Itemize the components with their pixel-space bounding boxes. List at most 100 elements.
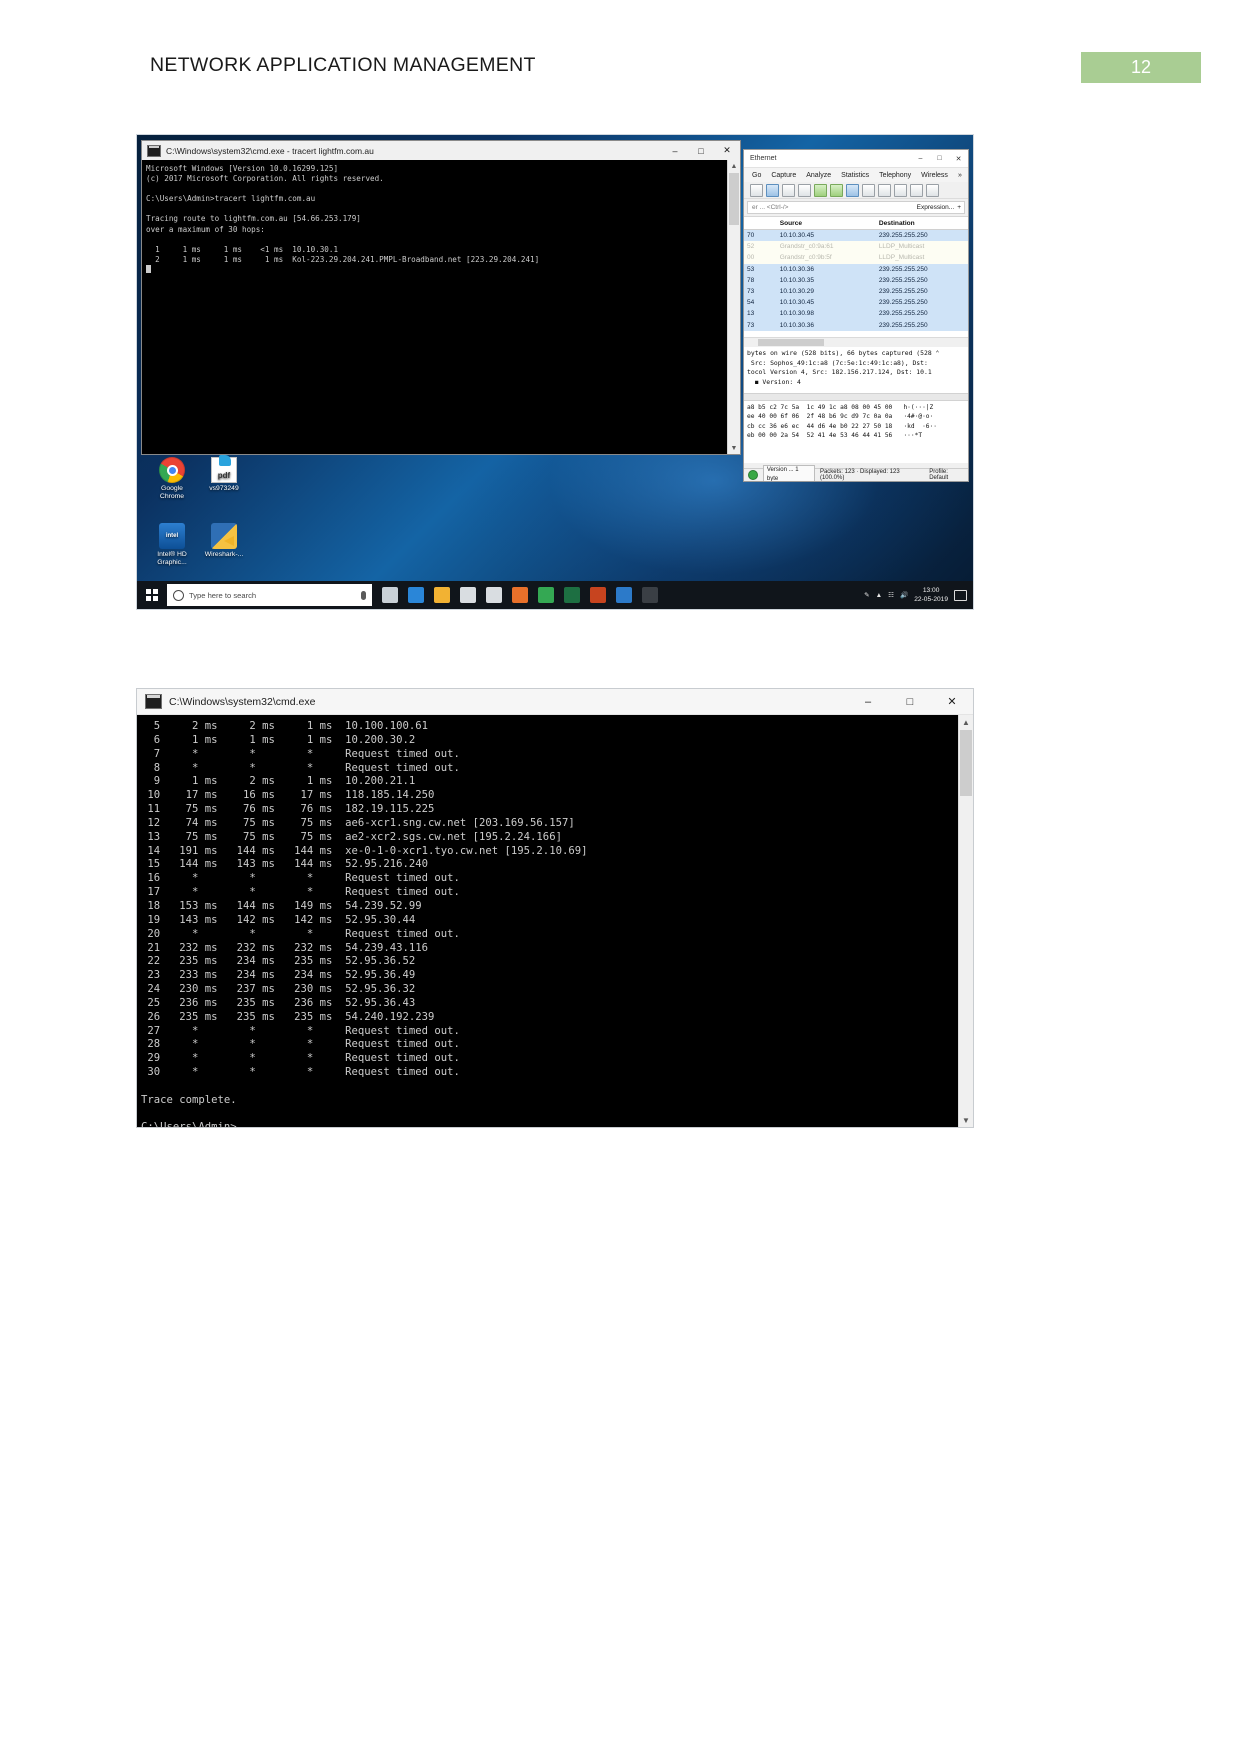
packet-list-hscroll-thumb[interactable]: [758, 339, 824, 346]
scroll-down-arrow[interactable]: ▼: [728, 442, 740, 454]
wireshark-menu-wireless[interactable]: Wireless: [921, 172, 948, 179]
autoscroll-icon[interactable]: [862, 183, 875, 197]
taskbar-store-icon[interactable]: [456, 583, 480, 607]
cmd2-minimize-button[interactable]: –: [847, 689, 889, 714]
cmd2-output-line: 9 1 ms 2 ms 1 ms 10.200.21.1: [141, 775, 416, 788]
go-back-icon[interactable]: [814, 183, 827, 197]
wireshark-menu-analyze[interactable]: Analyze: [806, 172, 831, 179]
windows-taskbar[interactable]: Type here to search ✎ ▲ ☷ 🔊 13:00 22-05-…: [137, 581, 973, 609]
taskbar-mail-icon[interactable]: [482, 583, 506, 607]
action-center-icon[interactable]: [954, 589, 967, 601]
cmd2-close-button[interactable]: ✕: [931, 689, 973, 714]
colorize-icon[interactable]: [878, 183, 891, 197]
wireshark-close-button[interactable]: ✕: [949, 150, 968, 167]
close-button[interactable]: ✕: [714, 141, 740, 160]
cmd-output-line: [146, 184, 740, 194]
packet-list-pane[interactable]: Source Destination 70 10.10.30.45 239.255.…: [744, 216, 968, 337]
go-forward-icon[interactable]: [830, 183, 843, 197]
open-file-icon[interactable]: [750, 183, 763, 197]
packet-row[interactable]: 73 10.10.30.29 239.255.255.250: [744, 285, 968, 298]
packet-row[interactable]: 78 10.10.30.35 239.255.255.250: [744, 274, 968, 286]
tray-pen-icon[interactable]: ✎: [864, 591, 870, 599]
taskbar-firefox-icon[interactable]: [508, 583, 532, 607]
packet-source: 10.10.30.45: [779, 299, 815, 307]
cmd2-maximize-button[interactable]: □: [889, 689, 931, 714]
tray-volume-icon[interactable]: 🔊: [900, 591, 908, 599]
wireshark-menu-telephony[interactable]: Telephony: [879, 172, 911, 179]
expression-button[interactable]: Expression...: [917, 204, 955, 211]
scroll-thumb[interactable]: [729, 173, 739, 225]
cmd2-scrollbar[interactable]: ▲ ▼: [958, 715, 973, 1127]
cmd-titlebar[interactable]: C:\Windows\system32\cmd.exe - tracert li…: [142, 141, 740, 160]
taskbar-excel-icon[interactable]: [560, 583, 584, 607]
wireshark-minimize-button[interactable]: –: [911, 150, 930, 167]
cortana-mic-icon[interactable]: [361, 590, 366, 600]
cmd2-output-area[interactable]: 5 2 ms 2 ms 1 ms 10.100.100.61 6 1 ms 1 …: [137, 715, 959, 1127]
packet-row[interactable]: 53 10.10.30.36 239.255.255.250: [744, 263, 968, 275]
cmd2-output-line: 8 * * * Request timed out.: [141, 761, 460, 774]
wireshark-titlebar[interactable]: Ethernet – □ ✕: [744, 150, 968, 168]
column-source[interactable]: Source: [780, 220, 879, 227]
resize-columns-icon[interactable]: [926, 183, 939, 197]
cmd2-scroll-thumb[interactable]: [960, 730, 972, 796]
tray-network-icon[interactable]: ☷: [888, 591, 894, 599]
wireshark-window[interactable]: Ethernet – □ ✕ Go Capture Analyze Statistic…: [743, 149, 969, 482]
wireshark-toolbar[interactable]: [744, 182, 968, 199]
wireshark-menu-statistics[interactable]: Statistics: [841, 172, 869, 179]
packet-row[interactable]: 70 10.10.30.45 239.255.255.250: [744, 230, 968, 242]
taskbar-clock[interactable]: 13:00 22-05-2019: [914, 586, 948, 604]
save-capture-icon[interactable]: [766, 183, 779, 197]
minimize-button[interactable]: –: [662, 141, 688, 160]
wireshark-menubar[interactable]: Go Capture Analyze Statistics Telephony Wirel…: [744, 168, 968, 182]
page-number-badge: 12: [1081, 52, 1201, 83]
desktop-icon-google-chrome[interactable]: Google Chrome: [145, 457, 199, 502]
desktop-icon-intel-hd-graphics[interactable]: intel Intel® HD Graphic...: [145, 523, 199, 568]
taskbar-edge-icon[interactable]: [404, 583, 428, 607]
cmd-window-tracert[interactable]: C:\Windows\system32\cmd.exe - tracert li…: [141, 140, 741, 455]
reload-icon[interactable]: [782, 183, 795, 197]
taskbar-task-view-icon[interactable]: [378, 583, 402, 607]
column-destination[interactable]: Destination: [879, 220, 968, 227]
tray-show-hidden-icon[interactable]: ▲: [876, 592, 883, 599]
zoom-out-icon[interactable]: [910, 183, 923, 197]
taskbar-pinned-apps[interactable]: [378, 583, 662, 607]
add-filter-button[interactable]: +: [957, 204, 961, 211]
taskbar-sticky-notes-icon[interactable]: [612, 583, 636, 607]
packet-row[interactable]: 52 Grandstr_c0:9a:61 LLDP_Multicast: [744, 241, 968, 253]
go-to-packet-icon[interactable]: [846, 183, 859, 197]
packet-bytes-pane[interactable]: a8 b5 c2 7c 5a 1c 49 1c a8 08 00 45 00 h…: [744, 401, 968, 463]
cmd-output-area[interactable]: Microsoft Windows [Version 10.0.16299.12…: [142, 160, 740, 454]
scroll-up-arrow[interactable]: ▲: [728, 160, 740, 172]
cmd2-titlebar[interactable]: C:\Windows\system32\cmd.exe – □ ✕: [137, 689, 973, 715]
cmd2-scroll-down-arrow[interactable]: ▼: [959, 1113, 973, 1127]
wireshark-menu-[interactable]: »: [958, 172, 962, 179]
wireshark-maximize-button[interactable]: □: [930, 150, 949, 167]
packet-list-hscrollbar[interactable]: [744, 337, 968, 347]
packet-row[interactable]: 13 10.10.30.98 239.255.255.250: [744, 308, 968, 320]
cmd2-output-line: 11 75 ms 76 ms 76 ms 182.19.115.225: [141, 803, 435, 816]
cmd-scrollbar[interactable]: ▲ ▼: [727, 160, 740, 454]
desktop-icon-label: Google Chrome: [159, 485, 185, 501]
wireshark-menu-go[interactable]: Go: [752, 172, 761, 179]
cmd2-scroll-up-arrow[interactable]: ▲: [959, 715, 973, 729]
wireshark-menu-capture[interactable]: Capture: [771, 172, 796, 179]
taskbar-chrome-icon[interactable]: [534, 583, 558, 607]
taskbar-powerpoint-icon[interactable]: [586, 583, 610, 607]
taskbar-command-prompt-icon[interactable]: [638, 583, 662, 607]
desktop-icon-wireshark[interactable]: Wireshark-...: [197, 523, 251, 559]
packet-row[interactable]: 54 10.10.30.45 239.255.255.250: [744, 297, 968, 309]
taskbar-file-explorer-icon[interactable]: [430, 583, 454, 607]
zoom-in-icon[interactable]: [894, 183, 907, 197]
packet-row[interactable]: 73 10.10.30.36 239.255.255.250: [744, 319, 968, 331]
cmd2-output-line: 14 191 ms 144 ms 144 ms xe-0-1-0-xcr1.ty…: [141, 844, 588, 857]
start-button[interactable]: [137, 581, 167, 609]
system-tray[interactable]: ✎ ▲ ☷ 🔊 13:00 22-05-2019: [864, 586, 973, 604]
packet-details-pane[interactable]: bytes on wire (528 bits), 66 bytes captu…: [744, 347, 968, 393]
desktop-icon-vs973249[interactable]: pdf vs973249: [197, 455, 251, 493]
packet-row[interactable]: 00 Grandstr_c0:9b:5f LLDP_Multicast: [744, 252, 968, 264]
taskbar-search-input[interactable]: Type here to search: [167, 584, 372, 606]
pane-divider[interactable]: [744, 393, 968, 401]
find-packet-icon[interactable]: [798, 183, 811, 197]
display-filter-input[interactable]: er ... <Ctrl-/> Expression... +: [747, 201, 965, 214]
maximize-button[interactable]: □: [688, 141, 714, 160]
